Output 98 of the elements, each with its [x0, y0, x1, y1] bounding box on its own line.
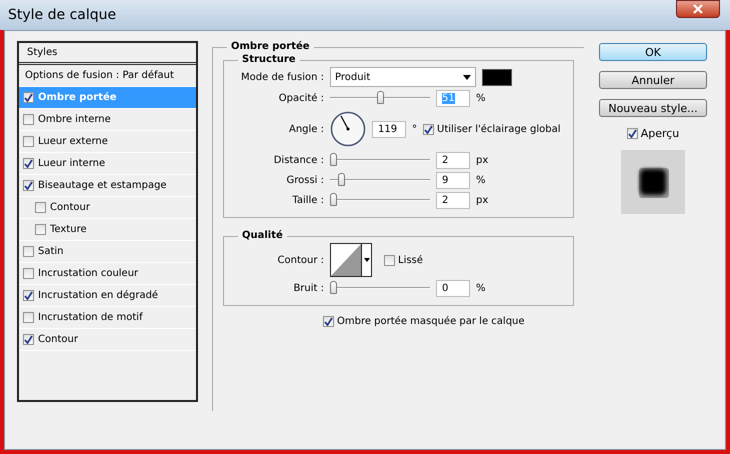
angle-field[interactable]: 119: [372, 120, 406, 138]
slider-thumb[interactable]: [330, 193, 337, 206]
style-item[interactable]: Contour: [19, 197, 196, 219]
list-header: Styles: [27, 47, 58, 58]
unit-label: px: [476, 154, 488, 166]
style-preview: [621, 150, 685, 214]
style-item[interactable]: Contour: [19, 329, 196, 351]
style-item[interactable]: Lueur externe: [19, 131, 196, 153]
checkbox[interactable]: [323, 316, 334, 326]
style-label: Satin: [38, 246, 64, 257]
checkbox[interactable]: [23, 268, 34, 279]
style-item[interactable]: Ombre interne: [19, 109, 196, 131]
slider-thumb[interactable]: [338, 173, 346, 186]
caret-icon: [463, 74, 471, 80]
field-label: Taille :: [291, 194, 324, 206]
style-item[interactable]: Satin: [19, 241, 196, 263]
checkbox[interactable]: [35, 202, 46, 213]
style-label: Incrustation en dégradé: [38, 290, 158, 301]
field-label: Distance :: [272, 154, 324, 166]
checkbox[interactable]: [23, 158, 34, 169]
style-label: Ombre portée: [38, 92, 117, 103]
field-label: Opacité :: [278, 92, 324, 104]
checkbox[interactable]: [23, 312, 34, 323]
checkbox-label: Aperçu: [640, 127, 680, 140]
checkbox[interactable]: [35, 224, 46, 235]
group-title: Qualité: [238, 230, 287, 241]
checkbox[interactable]: [23, 180, 34, 191]
slider-thumb[interactable]: [377, 91, 384, 104]
noise-slider[interactable]: [330, 281, 430, 295]
check-icon: [424, 124, 433, 134]
section-title: Ombre portée: [227, 41, 314, 52]
field-label: Contour :: [276, 254, 324, 266]
caret-icon: [364, 258, 370, 262]
checkbox[interactable]: [384, 254, 395, 266]
group-title: Structure: [238, 54, 300, 65]
style-item[interactable]: Incrustation en dégradé: [19, 285, 196, 307]
checkbox[interactable]: [23, 334, 34, 345]
unit-label: %: [476, 282, 486, 294]
style-label: Contour: [50, 202, 90, 213]
checkbox[interactable]: [423, 124, 434, 134]
check-icon: [24, 181, 33, 190]
check-icon: [24, 335, 33, 344]
value-field[interactable]: 2: [436, 192, 470, 208]
check-icon: [24, 159, 33, 168]
style-label: Contour: [38, 334, 78, 345]
check-icon: [324, 316, 333, 326]
style-label: Biseautage et estampage: [38, 180, 167, 191]
checkbox-label: Lissé: [398, 254, 423, 266]
checkbox[interactable]: [626, 128, 638, 139]
value-field[interactable]: 9: [436, 172, 470, 188]
checkbox[interactable]: [23, 290, 34, 301]
value-field[interactable]: 2: [436, 152, 470, 168]
contour-picker[interactable]: [330, 243, 372, 277]
style-label: Incrustation de motif: [38, 312, 143, 323]
value-slider[interactable]: [330, 153, 430, 167]
style-item[interactable]: Incrustation couleur: [19, 263, 196, 285]
dialog-button[interactable]: Annuler: [599, 71, 707, 89]
style-label: Ombre interne: [38, 114, 111, 125]
slider-thumb[interactable]: [330, 281, 337, 294]
unit-label: °: [412, 124, 417, 134]
style-label: Texture: [50, 224, 87, 235]
unit-label: %: [476, 174, 486, 186]
noise-field[interactable]: 0: [436, 280, 470, 296]
checkbox-label: Ombre portée masquée par le calque: [337, 316, 525, 326]
color-swatch[interactable]: [482, 68, 512, 86]
field-label: Angle :: [288, 124, 324, 134]
style-item[interactable]: Texture: [19, 219, 196, 241]
unit-label: %: [476, 92, 486, 104]
value-slider[interactable]: [330, 193, 430, 207]
window-title: Style de calque: [8, 6, 116, 25]
close-icon: [692, 4, 704, 14]
field-label: Mode de fusion :: [240, 72, 324, 82]
opacity-slider[interactable]: [330, 91, 430, 105]
slider-thumb[interactable]: [330, 153, 337, 166]
checkbox[interactable]: [23, 114, 34, 125]
style-label: Lueur externe: [38, 136, 108, 147]
checkbox[interactable]: [23, 136, 34, 147]
style-item[interactable]: Lueur interne: [19, 153, 196, 175]
check-icon: [24, 93, 33, 102]
checkbox[interactable]: [23, 246, 34, 257]
value-slider[interactable]: [330, 173, 430, 187]
checkbox[interactable]: [23, 92, 34, 103]
field-label: Grossi :: [285, 174, 324, 186]
check-icon: [24, 291, 33, 300]
close-button[interactable]: [676, 0, 720, 18]
blend-mode-dropdown[interactable]: Produit: [330, 67, 476, 87]
field-label: Bruit :: [292, 282, 324, 294]
check-icon: [628, 129, 637, 138]
angle-dial[interactable]: [330, 111, 366, 147]
style-item[interactable]: Incrustation de motif: [19, 307, 196, 329]
checkbox-label: Utiliser l'éclairage global: [437, 124, 561, 134]
style-item[interactable]: Biseautage et estampage: [19, 175, 196, 197]
style-label: Options de fusion : Par défaut: [24, 70, 174, 81]
style-label: Incrustation couleur: [38, 268, 138, 279]
style-label: Lueur interne: [38, 158, 106, 169]
unit-label: px: [476, 194, 488, 206]
dialog-button[interactable]: Nouveau style...: [599, 99, 707, 117]
dialog-button[interactable]: OK: [599, 43, 707, 61]
